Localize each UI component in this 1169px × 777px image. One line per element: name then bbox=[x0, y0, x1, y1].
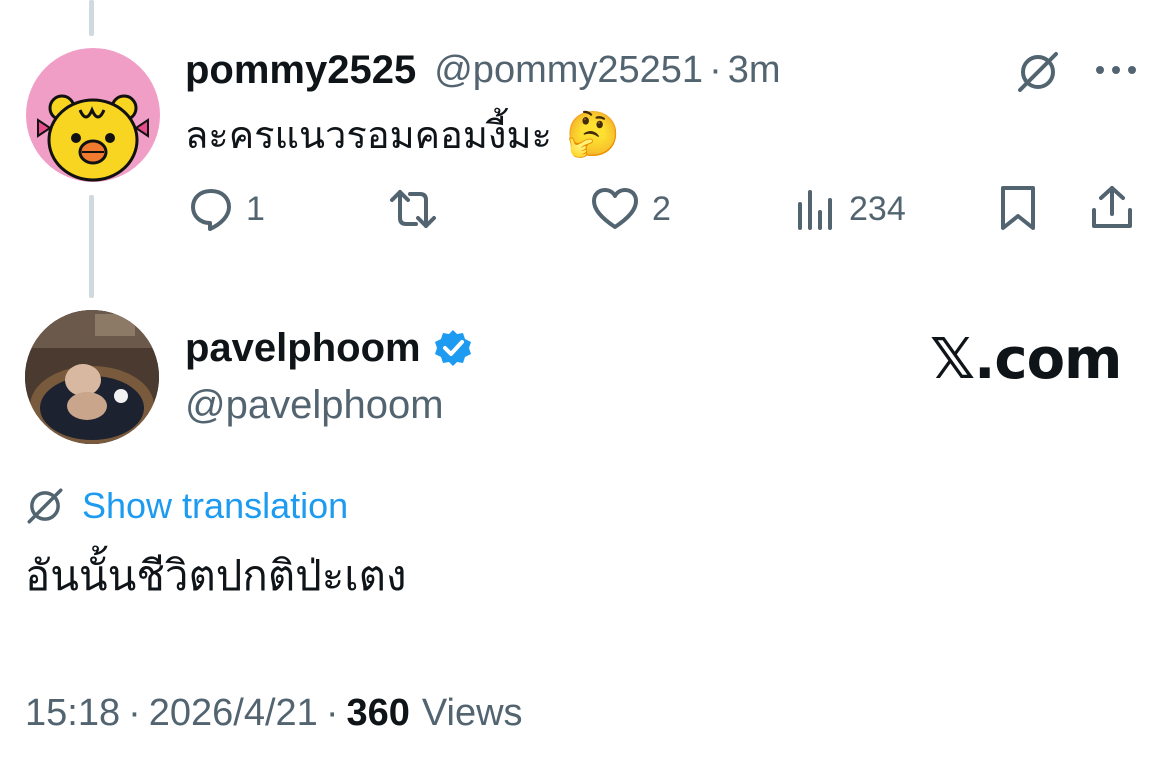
translate-icon bbox=[27, 488, 63, 524]
photo-avatar-icon bbox=[25, 310, 159, 444]
reply-text: ละครแนวรอมคอมงี้มะ 🤔 bbox=[185, 106, 621, 162]
separator: · bbox=[709, 48, 722, 91]
like-button[interactable]: 2 bbox=[590, 183, 671, 235]
tweet-time[interactable]: 15:18 bbox=[25, 692, 120, 735]
bear-avatar-icon bbox=[37, 94, 149, 182]
share-button[interactable] bbox=[1089, 184, 1135, 232]
translate-icon[interactable] bbox=[1014, 48, 1062, 96]
views-button[interactable]: 234 bbox=[795, 183, 906, 235]
like-count: 2 bbox=[652, 189, 671, 228]
avatar[interactable] bbox=[25, 310, 159, 444]
more-icon[interactable] bbox=[1093, 60, 1139, 80]
reply-button[interactable]: 1 bbox=[188, 183, 265, 235]
tweet-date[interactable]: 2026/4/21 bbox=[149, 692, 318, 735]
views-icon bbox=[798, 190, 832, 230]
reply-count: 1 bbox=[246, 189, 265, 228]
thread-line-top bbox=[89, 0, 94, 36]
thread-line-bottom bbox=[89, 195, 94, 298]
show-translation-link[interactable]: Show translation bbox=[24, 482, 348, 530]
thinking-emoji: 🤔 bbox=[565, 109, 621, 160]
handle[interactable]: @pavelphoom bbox=[185, 380, 444, 430]
views-label: Views bbox=[421, 691, 523, 734]
repost-icon bbox=[390, 190, 436, 228]
repost-button[interactable] bbox=[386, 183, 452, 235]
main-text: อันนั้นชีวิตปกติป่ะเตง bbox=[25, 551, 407, 600]
bookmark-icon bbox=[1001, 186, 1035, 230]
x-com-watermark: 𝕏.com bbox=[930, 327, 1122, 392]
display-name[interactable]: pavelphoom bbox=[185, 326, 421, 371]
views-count: 234 bbox=[849, 189, 906, 228]
verified-badge-icon bbox=[433, 328, 473, 368]
display-name[interactable]: pommy2525 bbox=[185, 48, 416, 93]
avatar[interactable] bbox=[26, 48, 160, 182]
views-total: 360 bbox=[346, 691, 410, 734]
reply-text-body: ละครแนวรอมคอมงี้มะ bbox=[185, 112, 552, 157]
reply-icon bbox=[191, 189, 231, 231]
meta-separator: · bbox=[128, 691, 141, 734]
timestamp[interactable]: 3m bbox=[728, 49, 781, 92]
share-icon bbox=[1092, 186, 1132, 228]
reply-header: pommy2525 @pommy25251 · 3m bbox=[185, 44, 781, 96]
main-author: pavelphoom bbox=[185, 322, 473, 374]
handle[interactable]: @pommy25251 bbox=[434, 49, 703, 92]
bookmark-button[interactable] bbox=[998, 184, 1038, 232]
tweet-meta: 15:18 · 2026/4/21 · 360 Views bbox=[25, 688, 523, 738]
meta-separator: · bbox=[325, 691, 339, 734]
like-icon bbox=[592, 188, 638, 229]
show-translation-label: Show translation bbox=[82, 485, 349, 526]
